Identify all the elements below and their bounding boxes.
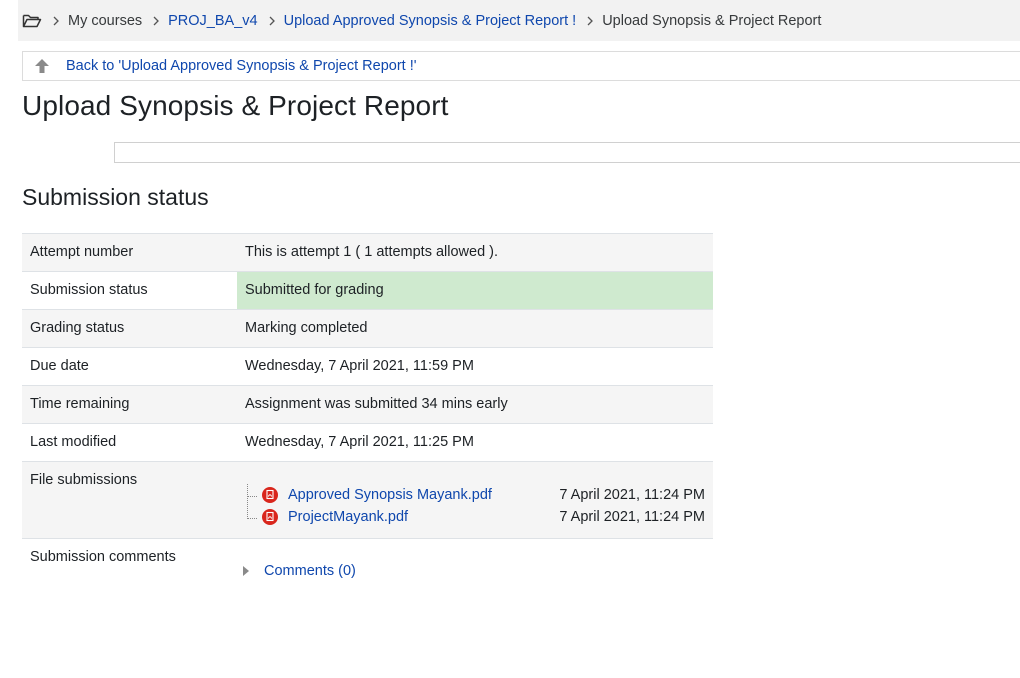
- breadcrumb-section-link[interactable]: Upload Approved Synopsis & Project Repor…: [284, 13, 577, 29]
- caret-right-icon[interactable]: [241, 565, 251, 577]
- file-date: 7 April 2021, 11:24 PM: [559, 509, 705, 525]
- folder-icon[interactable]: [22, 13, 42, 29]
- comments-toggle[interactable]: Comments (0): [241, 563, 356, 579]
- submission-status-value: Submitted for grading: [237, 271, 713, 310]
- section-title: Submission status: [22, 184, 209, 210]
- grading-status-value: Marking completed: [245, 320, 368, 336]
- row-label: File submissions: [30, 472, 138, 488]
- file-tree: Approved Synopsis Mayank.pdf 7 April 202…: [237, 462, 713, 538]
- chevron-right-icon: [53, 16, 59, 26]
- submission-status-table: Attempt number This is attempt 1 ( 1 att…: [22, 233, 713, 583]
- comments-container: Comments (0): [237, 539, 713, 583]
- row-label: Last modified: [30, 434, 117, 450]
- breadcrumb-my-courses[interactable]: My courses: [68, 13, 142, 29]
- attempt-number-value: This is attempt 1 ( 1 attempts allowed )…: [245, 244, 499, 260]
- back-link[interactable]: Back to 'Upload Approved Synopsis & Proj…: [66, 58, 417, 74]
- chevron-right-icon: [269, 16, 275, 26]
- row-label: Due date: [30, 358, 89, 374]
- table-row: Attempt number This is attempt 1 ( 1 att…: [22, 233, 713, 272]
- table-row: Last modified Wednesday, 7 April 2021, 1…: [22, 423, 713, 462]
- file-item: Approved Synopsis Mayank.pdf 7 April 202…: [249, 485, 705, 505]
- activity-description-box: [114, 142, 1020, 163]
- comments-link[interactable]: Comments (0): [264, 563, 356, 579]
- table-row: Time remaining Assignment was submitted …: [22, 385, 713, 424]
- table-row: Grading status Marking completed: [22, 309, 713, 348]
- row-label: Time remaining: [30, 396, 130, 412]
- submission-comments-cell: Comments (0): [237, 539, 713, 584]
- file-date: 7 April 2021, 11:24 PM: [559, 487, 705, 503]
- file-link[interactable]: ProjectMayank.pdf: [288, 509, 559, 525]
- time-remaining-value: Assignment was submitted 34 mins early: [245, 396, 508, 412]
- due-date-value: Wednesday, 7 April 2021, 11:59 PM: [245, 358, 474, 374]
- breadcrumb-current-page: Upload Synopsis & Project Report: [602, 12, 822, 29]
- file-item: ProjectMayank.pdf 7 April 2021, 11:24 PM: [249, 507, 705, 527]
- row-label: Submission comments: [30, 549, 176, 565]
- arrow-up-icon: [33, 57, 51, 75]
- breadcrumb: My courses PROJ_BA_v4 Upload Approved Sy…: [18, 0, 1020, 41]
- chevron-right-icon: [587, 16, 594, 26]
- last-modified-value: Wednesday, 7 April 2021, 11:25 PM: [245, 434, 474, 450]
- table-row: Submission status Submitted for grading: [22, 271, 713, 310]
- table-row: Submission comments Comments (0): [22, 538, 713, 584]
- file-link[interactable]: Approved Synopsis Mayank.pdf: [288, 487, 559, 503]
- pdf-icon: [262, 487, 278, 503]
- row-label: Submission status: [30, 282, 148, 298]
- pdf-icon: [262, 509, 278, 525]
- breadcrumb-course-link[interactable]: PROJ_BA_v4: [168, 13, 257, 29]
- file-submissions-cell: Approved Synopsis Mayank.pdf 7 April 202…: [237, 462, 713, 539]
- row-label: Attempt number: [30, 244, 134, 260]
- page-title: Upload Synopsis & Project Report: [22, 90, 449, 121]
- table-row: Due date Wednesday, 7 April 2021, 11:59 …: [22, 347, 713, 386]
- back-navigation: Back to 'Upload Approved Synopsis & Proj…: [22, 51, 1020, 81]
- row-label: Grading status: [30, 320, 125, 336]
- chevron-right-icon: [153, 16, 160, 26]
- table-row: File submissions Approved Synopsis Mayan…: [22, 461, 713, 539]
